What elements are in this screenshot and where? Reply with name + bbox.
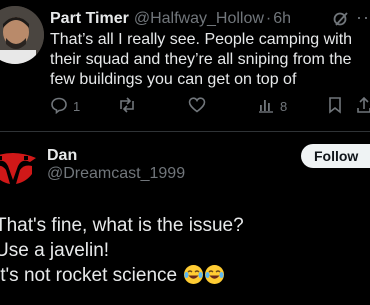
avatar[interactable] bbox=[0, 6, 44, 64]
author-handle[interactable]: @Dreamcast_1999 bbox=[47, 165, 185, 183]
views-icon bbox=[257, 96, 275, 117]
like-icon bbox=[188, 96, 206, 117]
avatar[interactable] bbox=[0, 140, 42, 198]
follow-button[interactable]: Follow bbox=[301, 144, 370, 168]
post-text: That's fine, what is the issue? Use a ja… bbox=[0, 213, 370, 288]
author-name[interactable]: Dan bbox=[47, 147, 77, 165]
timestamp[interactable]: 6h bbox=[273, 10, 291, 27]
author-name[interactable]: Part Timer bbox=[50, 10, 129, 27]
dot-separator: · bbox=[265, 10, 272, 27]
face-with-tears-of-joy-icon bbox=[205, 265, 225, 284]
reply-count: 1 bbox=[73, 99, 81, 114]
views-count: 8 bbox=[280, 99, 288, 114]
text-line: That's fine, what is the issue? bbox=[0, 215, 244, 236]
reply-icon bbox=[50, 96, 68, 117]
text-line: It's not rocket science bbox=[0, 263, 370, 288]
share-icon bbox=[356, 96, 370, 117]
text-line: Use a javelin! bbox=[0, 240, 110, 261]
share-button[interactable] bbox=[356, 96, 370, 117]
text-line: few buildings you can get on top of bbox=[50, 71, 297, 88]
repost-button[interactable] bbox=[117, 96, 137, 117]
views-button[interactable]: 8 bbox=[257, 96, 287, 117]
text-line: That’s all I really see. People camping … bbox=[50, 31, 353, 48]
author-handle[interactable]: @Halfway_Hollow bbox=[134, 10, 264, 27]
bookmark-button[interactable] bbox=[327, 96, 343, 117]
more-icon[interactable]: ·· bbox=[356, 7, 370, 28]
divider bbox=[0, 131, 370, 132]
reply-button[interactable]: 1 bbox=[50, 96, 80, 117]
repost-icon bbox=[117, 96, 137, 117]
reply-header: Part Timer @Halfway_Hollow · 6h bbox=[50, 10, 291, 28]
text-line-content: It's not rocket science bbox=[0, 265, 178, 286]
reply-text: That’s all I really see. People camping … bbox=[50, 30, 368, 90]
action-bar: 1 8 bbox=[0, 96, 370, 118]
grok-icon[interactable] bbox=[333, 11, 349, 32]
bookmark-icon bbox=[327, 96, 343, 117]
text-line: their squad and they’re all sniping from… bbox=[50, 51, 352, 68]
face-with-tears-of-joy-icon bbox=[184, 265, 204, 284]
like-button[interactable] bbox=[188, 96, 206, 117]
